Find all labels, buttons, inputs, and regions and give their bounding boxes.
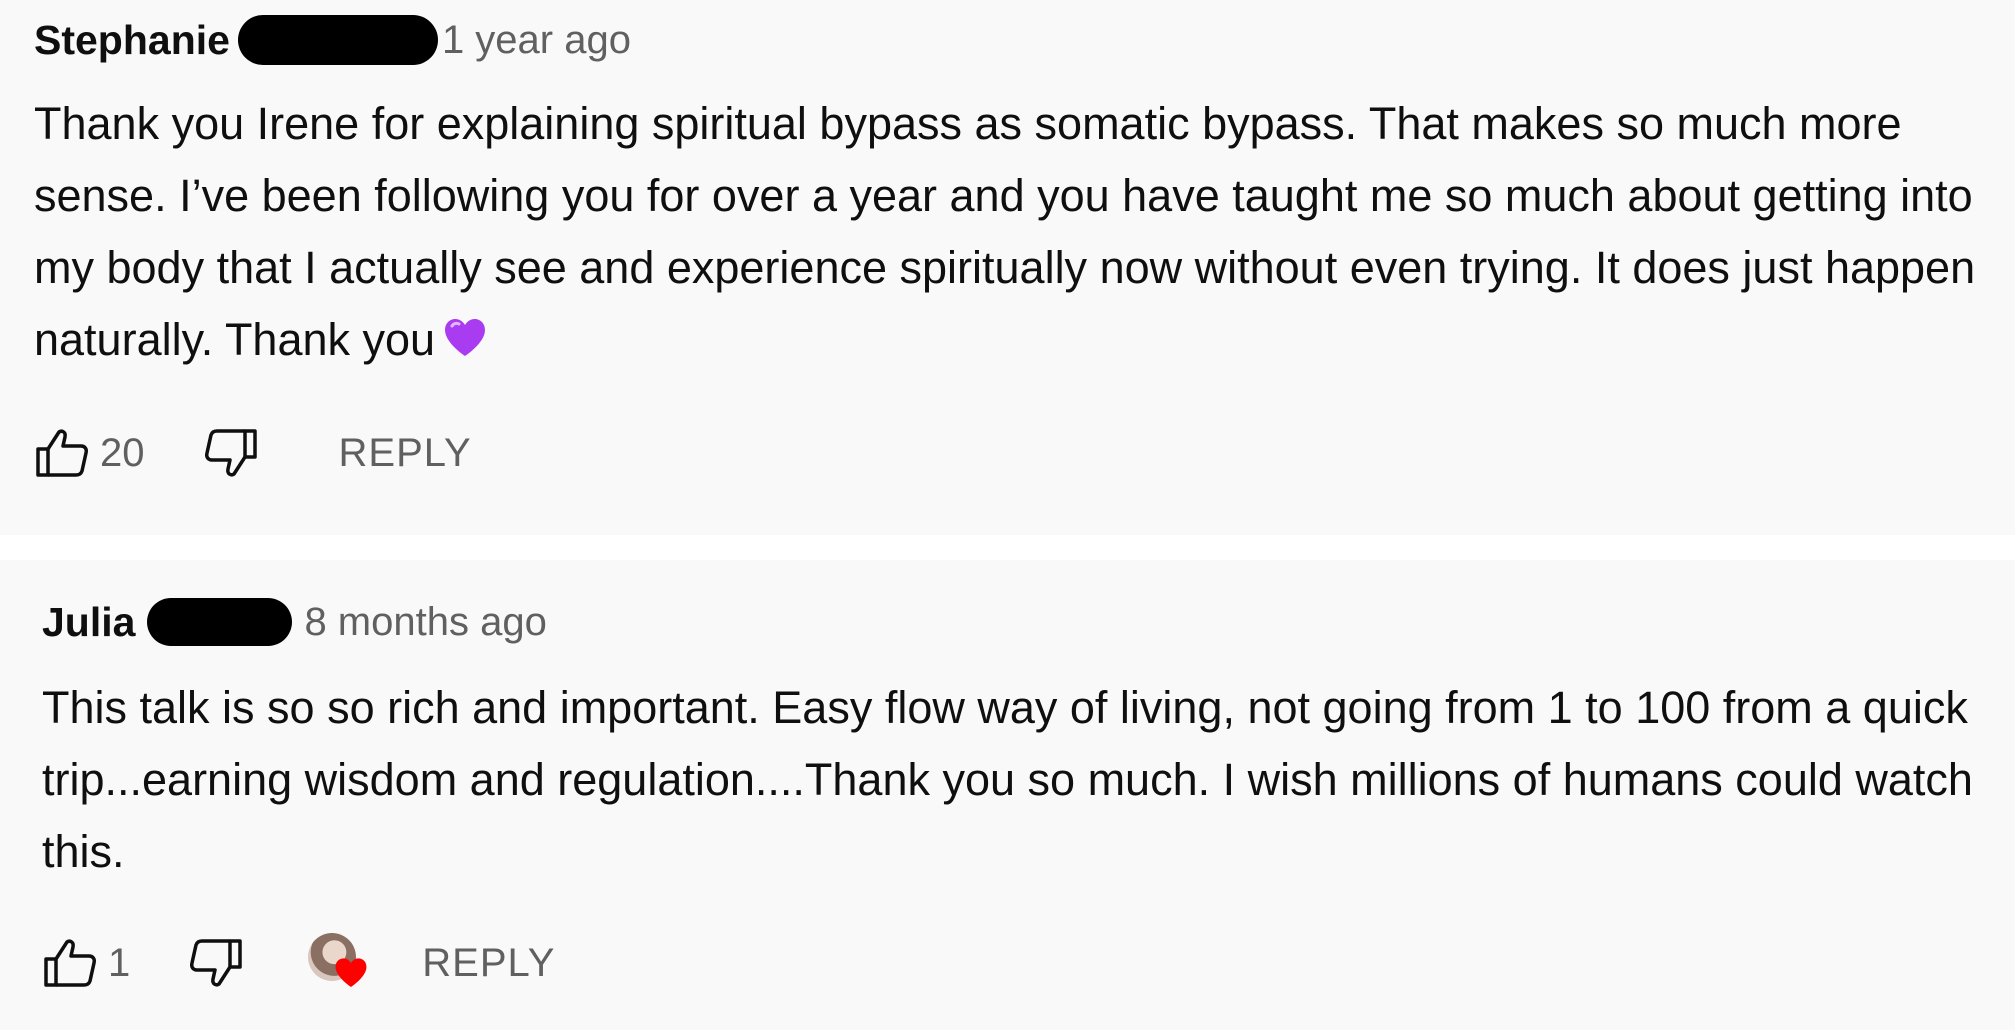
author-name[interactable]: Julia: [42, 599, 135, 646]
heart-icon: [335, 958, 367, 987]
like-button[interactable]: [42, 935, 98, 991]
comment-timestamp[interactable]: 8 months ago: [304, 600, 546, 645]
comment-text: Thank you Irene for explaining spiritual…: [34, 88, 1994, 379]
comment-thread-1: Stephanie 1 year ago Thank you Irene for…: [0, 0, 2015, 535]
purple-heart-icon: [443, 307, 487, 379]
comment-text-content: This talk is so so rich and important. E…: [42, 682, 1973, 877]
creator-heart-badge: [308, 933, 367, 993]
dislike-button[interactable]: [203, 425, 259, 481]
comment-timestamp[interactable]: 1 year ago: [442, 18, 631, 63]
like-count: 1: [108, 940, 131, 985]
author-name[interactable]: Stephanie: [34, 17, 230, 64]
reply-button[interactable]: REPLY: [422, 941, 555, 986]
comment-actions: 1 REPLY: [42, 933, 555, 993]
redacted-surname: [237, 15, 438, 65]
thumbs-down-icon: [190, 939, 242, 987]
comment-actions: 20 REPLY: [34, 423, 472, 483]
redacted-surname: [147, 598, 293, 646]
thumbs-down-icon: [204, 429, 257, 477]
comment-text-content: Thank you Irene for explaining spiritual…: [34, 98, 1976, 365]
like-button[interactable]: [34, 425, 90, 481]
thumbs-up-icon: [44, 939, 96, 987]
comment-header: Stephanie 1 year ago: [34, 14, 631, 66]
reply-button[interactable]: REPLY: [339, 431, 472, 476]
thumbs-up-icon: [36, 429, 88, 477]
comment-text: This talk is so so rich and important. E…: [42, 672, 2002, 888]
like-count: 20: [100, 430, 145, 475]
comment-thread-2: Julia 8 months ago This talk is so so ri…: [0, 560, 2015, 1030]
comment-header: Julia 8 months ago: [42, 596, 547, 648]
dislike-button[interactable]: [188, 935, 244, 991]
